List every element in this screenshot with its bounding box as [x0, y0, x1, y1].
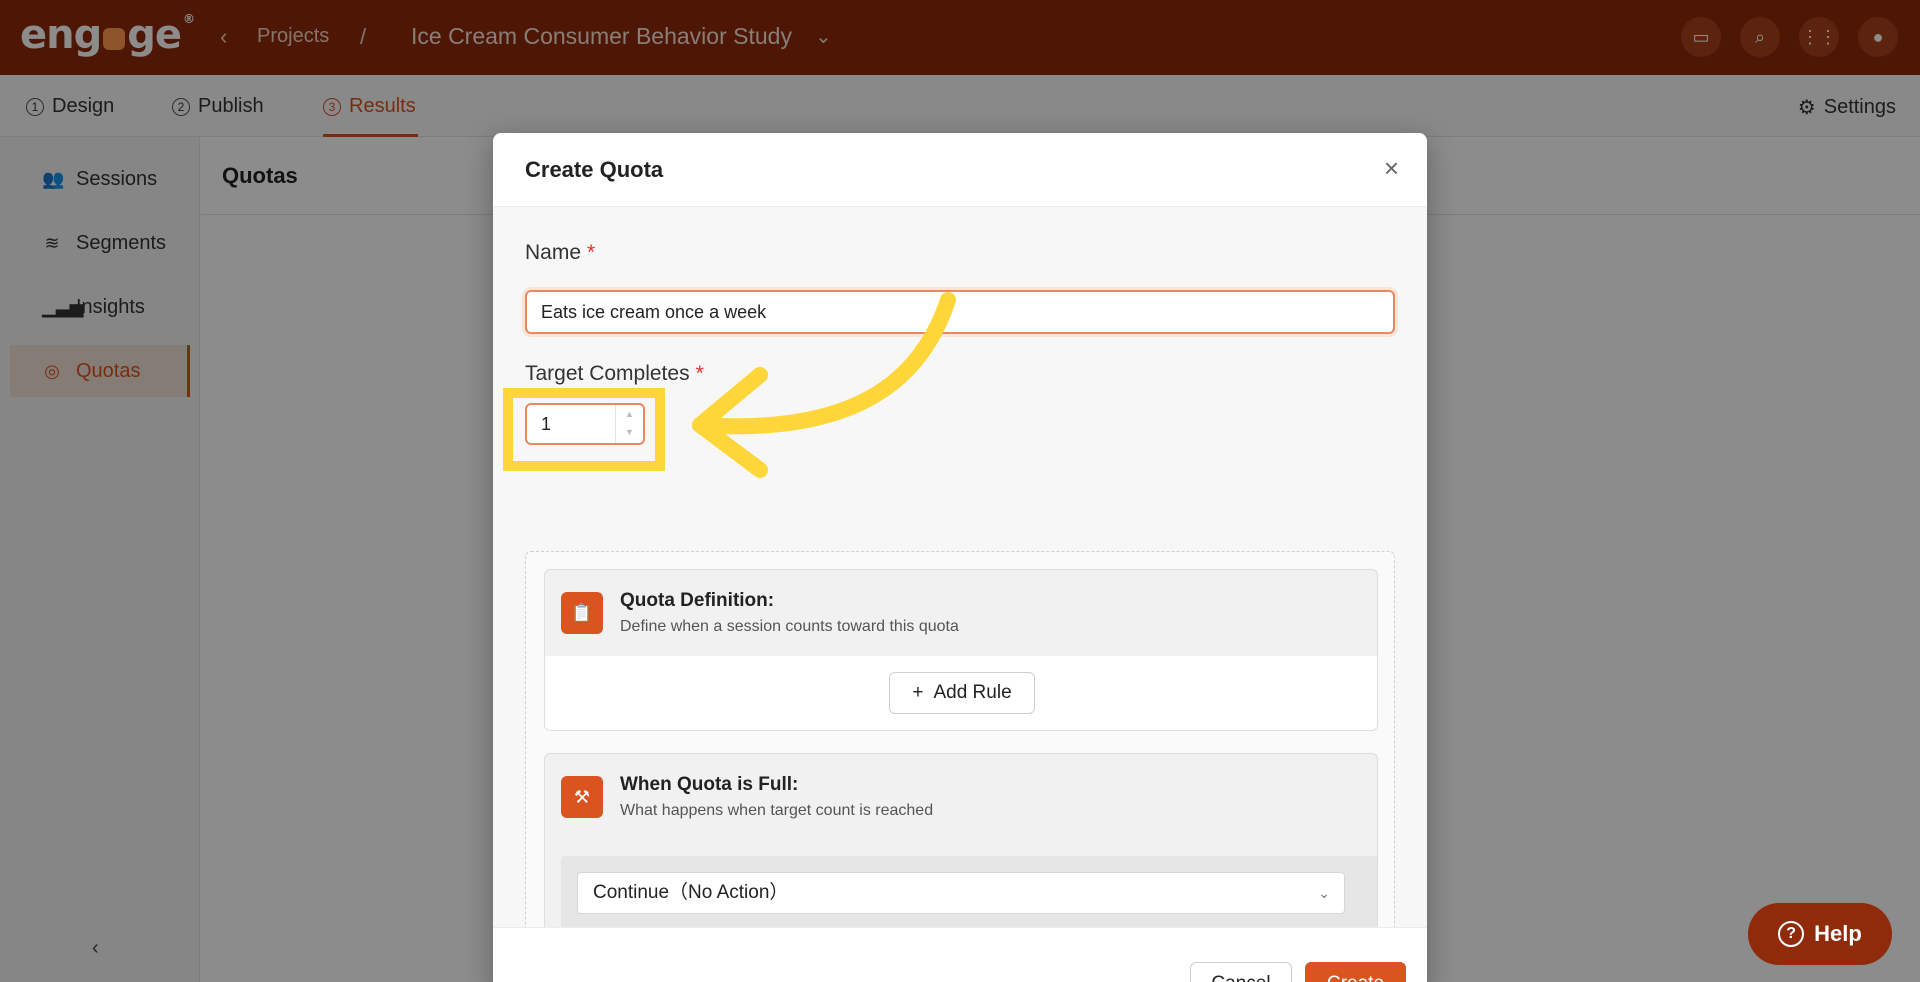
action-select-wrapper: Continue（No Action） ⌄: [561, 856, 1377, 930]
cancel-button[interactable]: Cancel: [1190, 962, 1292, 982]
modal-footer: Cancel Create: [493, 927, 1427, 982]
help-button[interactable]: ? Help: [1748, 903, 1892, 965]
rules-area: + Add Rule: [545, 656, 1377, 730]
highlight-annotation-box: [503, 388, 665, 471]
quota-definition-subtitle: Define when a session counts toward this…: [620, 618, 959, 635]
close-icon[interactable]: ×: [1384, 153, 1399, 184]
chevron-down-icon: ⌄: [1318, 885, 1330, 901]
hammer-icon: ⚒: [561, 776, 603, 818]
clipboard-icon: 📋: [561, 592, 603, 634]
quota-definition-card: 📋 Quota Definition: Define when a sessio…: [544, 569, 1378, 731]
create-quota-modal: Create Quota × Name * Eats ice cream once…: [493, 133, 1427, 982]
modal-title: Create Quota: [525, 157, 664, 182]
required-mark: *: [587, 241, 596, 264]
create-button[interactable]: Create: [1305, 962, 1406, 982]
add-rule-label: Add Rule: [933, 682, 1012, 703]
quota-full-action-select[interactable]: Continue（No Action） ⌄: [577, 872, 1345, 914]
question-icon: ?: [1778, 921, 1805, 947]
target-label-text: Target Completes: [525, 362, 690, 385]
quota-definition-title: Quota Definition:: [620, 590, 775, 611]
selected-action: Continue（No Action）: [593, 882, 789, 903]
help-label: Help: [1814, 921, 1862, 946]
quota-settings-container: 📋 Quota Definition: Define when a sessio…: [525, 551, 1395, 968]
target-completes-label: Target Completes *: [525, 362, 704, 386]
add-rule-button[interactable]: + Add Rule: [889, 672, 1035, 714]
modal-header: Create Quota ×: [493, 133, 1427, 207]
annotation-arrow: [692, 292, 956, 478]
name-label: Name *: [525, 241, 595, 265]
plus-icon: +: [912, 682, 924, 703]
quota-full-title: When Quota is Full:: [620, 774, 799, 795]
quota-full-subtitle: What happens when target count is reache…: [620, 802, 934, 819]
name-label-text: Name: [525, 241, 582, 264]
quota-full-card: ⚒ When Quota is Full: What happens when …: [544, 753, 1378, 949]
arrow-shaft: [692, 292, 956, 435]
